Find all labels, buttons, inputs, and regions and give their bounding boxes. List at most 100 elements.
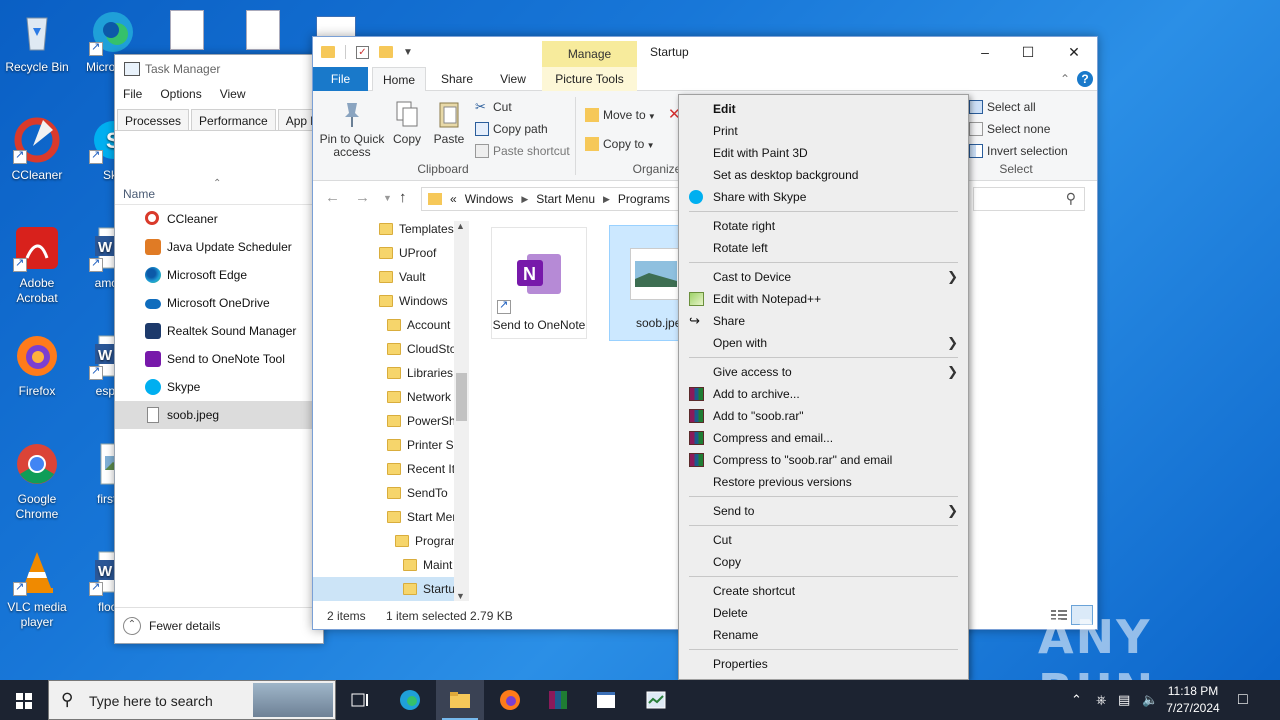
tab-processes[interactable]: Processes bbox=[117, 109, 190, 130]
scrollbar-thumb[interactable] bbox=[456, 373, 467, 421]
menu-item[interactable]: Cut bbox=[679, 529, 968, 551]
move-to-button[interactable]: Move to ▼ bbox=[585, 105, 656, 125]
collapse-ribbon-icon[interactable]: ⌃ bbox=[1057, 67, 1073, 91]
menu-item[interactable]: Add to "soob.rar" bbox=[679, 405, 968, 427]
list-item[interactable]: soob.jpeg bbox=[115, 401, 323, 429]
desktop-icon-chrome[interactable]: Google Chrome bbox=[0, 440, 74, 522]
tree-item[interactable]: Printer Sh bbox=[313, 433, 469, 457]
copy-to-button[interactable]: Copy to ▼ bbox=[585, 134, 655, 154]
menu-item[interactable]: Copy bbox=[679, 551, 968, 573]
breadcrumb-overflow[interactable]: « bbox=[450, 192, 457, 206]
menu-item[interactable]: Send to ❯ bbox=[679, 500, 968, 522]
menu-item[interactable]: Set as desktop background bbox=[679, 164, 968, 186]
tree-item[interactable]: Program bbox=[313, 529, 469, 553]
maximize-button[interactable]: ☐ bbox=[1005, 41, 1051, 63]
customize-toolbar-icon[interactable]: ▼ bbox=[403, 47, 413, 58]
taskbar-winrar[interactable] bbox=[534, 680, 582, 720]
menu-item[interactable]: Compress and email... bbox=[679, 427, 968, 449]
tree-item[interactable]: Templates bbox=[313, 217, 469, 241]
select-all-button[interactable]: Select all bbox=[969, 97, 1036, 117]
menu-item[interactable]: Rotate right bbox=[679, 215, 968, 237]
tree-item[interactable]: CloudSto bbox=[313, 337, 469, 361]
close-button[interactable]: ✕ bbox=[1051, 41, 1097, 63]
tab-picture-tools[interactable]: Picture Tools bbox=[542, 67, 637, 91]
task-view-button[interactable] bbox=[336, 680, 384, 720]
tree-item[interactable]: Start Men bbox=[313, 505, 469, 529]
tree-item[interactable]: Recent It bbox=[313, 457, 469, 481]
breadcrumb-windows[interactable]: Windows bbox=[465, 192, 514, 206]
menu-item[interactable]: Add to archive... bbox=[679, 383, 968, 405]
tab-view[interactable]: View bbox=[489, 67, 537, 91]
desktop-icon-vlc[interactable]: VLC media player bbox=[0, 548, 74, 630]
breadcrumb-programs[interactable]: Programs bbox=[618, 192, 670, 206]
task-manager-titlebar[interactable]: Task Manager bbox=[115, 55, 323, 83]
pin-to-quick-access-button[interactable]: Pin to Quick access bbox=[319, 97, 385, 159]
column-header-name[interactable]: ⌃ Name bbox=[115, 178, 323, 205]
notepad-icon[interactable] bbox=[316, 16, 356, 38]
breadcrumb-start-menu[interactable]: Start Menu bbox=[536, 192, 595, 206]
image-file-icon[interactable] bbox=[246, 10, 280, 50]
tab-file[interactable]: File bbox=[313, 67, 368, 91]
paste-button[interactable]: Paste bbox=[431, 97, 467, 146]
list-item[interactable]: Microsoft OneDrive bbox=[115, 289, 323, 317]
tab-share[interactable]: Share bbox=[433, 67, 481, 91]
menu-options[interactable]: Options bbox=[160, 83, 201, 105]
back-arrow-icon[interactable]: ← bbox=[325, 189, 340, 206]
menu-item[interactable]: Compress to "soob.rar" and email bbox=[679, 449, 968, 471]
scroll-up-icon[interactable]: ▲ bbox=[456, 221, 465, 231]
taskbar-notepad[interactable] bbox=[582, 680, 630, 720]
properties-icon[interactable]: ✓ bbox=[356, 45, 369, 59]
fewer-details-button[interactable]: ⌃ Fewer details bbox=[115, 607, 323, 643]
start-button[interactable] bbox=[0, 680, 48, 720]
cut-button[interactable]: ✂ Cut bbox=[475, 97, 512, 117]
search-input[interactable]: ⚲ bbox=[973, 187, 1085, 211]
tree-item[interactable]: Windows bbox=[313, 289, 469, 313]
tab-manage[interactable]: Manage bbox=[542, 41, 637, 67]
menu-item[interactable]: Give access to ❯ bbox=[679, 361, 968, 383]
paste-shortcut-button[interactable]: Paste shortcut bbox=[475, 141, 570, 161]
tree-item[interactable]: SendTo bbox=[313, 481, 469, 505]
list-item[interactable]: Skype bbox=[115, 373, 323, 401]
menu-item[interactable]: Rotate left bbox=[679, 237, 968, 259]
list-item[interactable]: CCleaner bbox=[115, 205, 323, 233]
taskbar-file-explorer[interactable] bbox=[436, 680, 484, 720]
notifications-icon[interactable]: □ bbox=[1238, 680, 1248, 720]
minimize-button[interactable]: – bbox=[962, 41, 1008, 63]
tree-item[interactable]: PowerSh bbox=[313, 409, 469, 433]
list-item[interactable]: Realtek Sound Manager bbox=[115, 317, 323, 345]
taskbar-firefox[interactable] bbox=[486, 680, 534, 720]
menu-item[interactable]: Edit bbox=[679, 98, 968, 120]
image-file-icon[interactable] bbox=[170, 10, 204, 50]
explorer-titlebar[interactable]: ✓ ▼ Manage Startup – ☐ ✕ bbox=[313, 37, 1097, 67]
task-manager-window[interactable]: Task Manager File Options View Processes… bbox=[114, 54, 338, 644]
scroll-down-icon[interactable]: ▼ bbox=[456, 591, 465, 601]
network-icon[interactable]: ▤ bbox=[1118, 680, 1130, 720]
desktop-icon-ccleaner[interactable]: CCleaner bbox=[0, 116, 74, 183]
tab-home[interactable]: Home bbox=[372, 67, 426, 91]
menu-item[interactable]: Edit with Paint 3D bbox=[679, 142, 968, 164]
menu-file[interactable]: File bbox=[123, 83, 142, 105]
menu-view[interactable]: View bbox=[220, 83, 246, 105]
menu-item[interactable]: Properties bbox=[679, 653, 968, 675]
tree-item[interactable]: Libraries bbox=[313, 361, 469, 385]
list-item[interactable]: Java Update Scheduler bbox=[115, 233, 323, 261]
navigation-pane-scrollbar[interactable]: ▲ ▼ bbox=[454, 221, 469, 601]
taskbar-clock[interactable]: 11:18 PM 7/27/2024 bbox=[1158, 683, 1228, 717]
address-bar[interactable]: « Windows ▶ Start Menu ▶ Programs bbox=[421, 187, 683, 211]
select-none-button[interactable]: Select none bbox=[969, 119, 1050, 139]
menu-item[interactable]: ↪ Share bbox=[679, 310, 968, 332]
new-folder-icon[interactable] bbox=[379, 46, 393, 58]
network-status-icon[interactable]: ⎈ bbox=[1096, 680, 1106, 720]
taskbar-edge[interactable] bbox=[386, 680, 434, 720]
list-item[interactable]: Send to OneNote Tool bbox=[115, 345, 323, 373]
tab-performance[interactable]: Performance bbox=[191, 109, 276, 130]
menu-item[interactable]: Share with Skype bbox=[679, 186, 968, 208]
taskbar-task-manager[interactable] bbox=[632, 680, 680, 720]
recent-locations-icon[interactable]: ▼ bbox=[383, 193, 392, 203]
menu-item[interactable]: Delete bbox=[679, 602, 968, 624]
tree-item[interactable]: Maint bbox=[313, 553, 469, 577]
taskbar-search-input[interactable]: ⚲ Type here to search bbox=[48, 680, 336, 720]
forward-arrow-icon[interactable]: → bbox=[355, 189, 370, 206]
volume-icon[interactable]: 🔈 bbox=[1142, 680, 1158, 720]
tree-item[interactable]: UProof bbox=[313, 241, 469, 265]
